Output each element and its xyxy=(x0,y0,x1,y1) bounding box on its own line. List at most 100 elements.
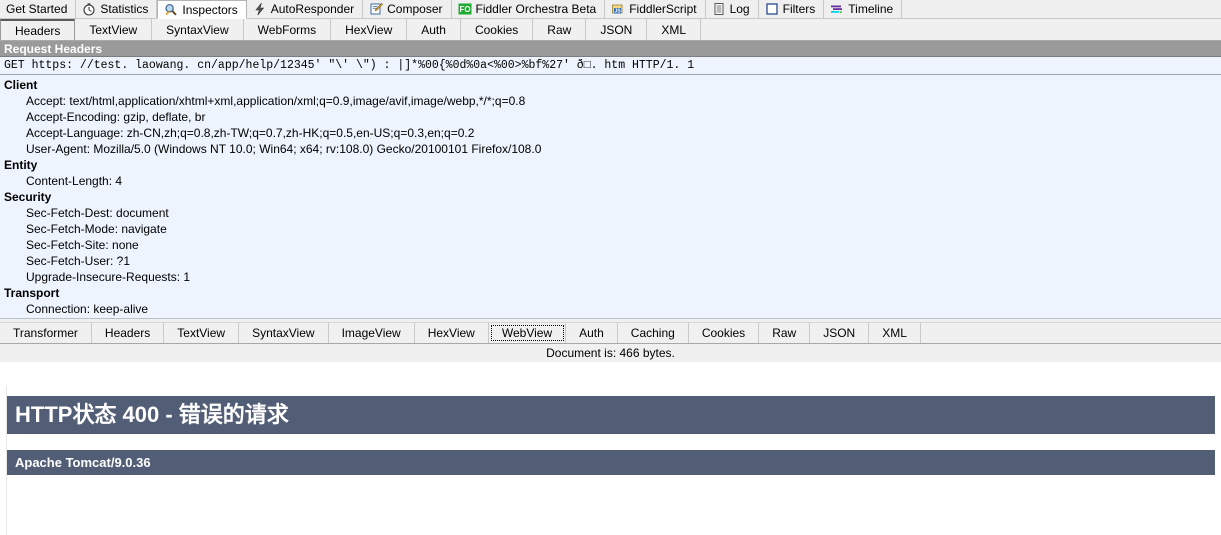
toolbar-tab-statistics[interactable]: Statistics xyxy=(76,0,158,18)
timeline-icon xyxy=(830,2,844,16)
request-tab-webforms[interactable]: WebForms xyxy=(243,19,332,40)
toolbar-tab-label: Inspectors xyxy=(182,2,238,17)
svg-text:JS: JS xyxy=(615,9,622,15)
tab-label: Cookies xyxy=(474,22,519,37)
response-tab-hexview[interactable]: HexView xyxy=(414,323,489,343)
header-row: Accept-Language: zh-CN,zh;q=0.8,zh-TW;q=… xyxy=(26,126,475,140)
main-toolbar: Get Started Statistics Inspectors AutoRe… xyxy=(0,0,1221,19)
toolbar-tab-inspectors[interactable]: Inspectors xyxy=(157,0,247,19)
tab-label: HexView xyxy=(427,326,475,340)
request-tab-raw[interactable]: Raw xyxy=(533,19,587,40)
request-tab-xml[interactable]: XML xyxy=(647,19,702,40)
toolbar-tab-fiddler-orchestra[interactable]: FO Fiddler Orchestra Beta xyxy=(451,0,606,18)
response-tab-textview[interactable]: TextView xyxy=(164,323,240,343)
tab-label: Caching xyxy=(630,326,675,340)
response-inspector-tabs: Transformer Headers TextView SyntaxView … xyxy=(0,323,1221,344)
response-tab-caching[interactable]: Caching xyxy=(617,323,689,343)
request-tab-textview[interactable]: TextView xyxy=(75,19,153,40)
header-row: Accept-Encoding: gzip, deflate, br xyxy=(26,110,206,124)
toolbar-tab-label: Log xyxy=(729,2,750,16)
tab-label: WebView xyxy=(501,326,553,340)
header-row: Upgrade-Insecure-Requests: 1 xyxy=(26,270,191,284)
response-tab-raw[interactable]: Raw xyxy=(759,323,811,343)
request-tab-auth[interactable]: Auth xyxy=(407,19,461,40)
toolbar-tab-label: FiddlerScript xyxy=(629,2,697,16)
response-tab-imageview[interactable]: ImageView xyxy=(328,323,415,343)
response-tab-transformer[interactable]: Transformer xyxy=(0,323,92,343)
toolbar-tab-autoresponder[interactable]: AutoResponder xyxy=(246,0,364,18)
header-row: Sec-Fetch-Dest: document xyxy=(26,206,169,220)
response-tab-json[interactable]: JSON xyxy=(810,323,870,343)
header-row: Content-Length: 4 xyxy=(26,174,123,188)
header-group-entity: Entity xyxy=(4,158,38,172)
toolbar-tab-label: Composer xyxy=(387,2,443,16)
tab-label: SyntaxView xyxy=(166,22,229,37)
header-row: Accept: text/html,application/xhtml+xml,… xyxy=(26,94,526,108)
header-row: Sec-Fetch-Mode: navigate xyxy=(26,222,167,236)
response-tab-xml[interactable]: XML xyxy=(869,323,921,343)
toolbar-tab-fiddlerscript[interactable]: JS FiddlerScript xyxy=(605,0,706,18)
tab-label: Headers xyxy=(104,326,151,340)
header-group-security: Security xyxy=(4,190,52,204)
request-tab-headers[interactable]: Headers xyxy=(0,19,76,40)
response-webview[interactable]: HTTP状态 400 - 错误的请求 Apache Tomcat/9.0.36 xyxy=(6,385,1215,535)
header-group-client: Client xyxy=(4,78,38,92)
response-tab-cookies[interactable]: Cookies xyxy=(688,323,760,343)
lightning-icon xyxy=(253,2,267,16)
tab-label: SyntaxView xyxy=(252,326,315,340)
header-row: Sec-Fetch-User: ?1 xyxy=(26,254,131,268)
tab-label: Auth xyxy=(421,22,446,37)
tab-label: Raw xyxy=(772,326,797,340)
header-row: Sec-Fetch-Site: none xyxy=(26,238,139,252)
request-headers-tree[interactable]: Client Accept: text/html,application/xht… xyxy=(0,75,1221,318)
tab-label: XML xyxy=(882,326,907,340)
tab-label: JSON xyxy=(823,326,856,340)
header-row: User-Agent: Mozilla/5.0 (Windows NT 10.0… xyxy=(26,142,542,156)
request-headers-title: Request Headers xyxy=(0,41,1221,57)
magnifier-icon xyxy=(164,3,178,17)
toolbar-filler xyxy=(902,0,1221,18)
response-tab-syntaxview[interactable]: SyntaxView xyxy=(239,323,329,343)
compose-pencil-icon xyxy=(369,2,384,16)
header-group-transport: Transport xyxy=(4,286,60,300)
toolbar-tab-label: Timeline xyxy=(848,2,894,16)
response-tab-webview[interactable]: WebView xyxy=(488,323,567,343)
fo-badge-icon: FO xyxy=(458,2,472,16)
tab-label: JSON xyxy=(600,22,633,37)
toolbar-tab-label: Filters xyxy=(782,2,816,16)
toolbar-tab-log[interactable]: Log xyxy=(705,0,759,18)
toolbar-tab-get-started[interactable]: Get Started xyxy=(0,0,77,18)
request-tab-json[interactable]: JSON xyxy=(586,19,648,40)
toolbar-tab-filters[interactable]: Filters xyxy=(758,0,825,18)
request-inspector-tabs: Headers TextView SyntaxView WebForms Hex… xyxy=(0,19,1221,41)
request-tab-syntaxview[interactable]: SyntaxView xyxy=(152,19,244,40)
tab-label: Headers xyxy=(15,23,61,38)
toolbar-tab-label: Statistics xyxy=(100,2,149,16)
header-row: Connection: keep-alive xyxy=(26,302,149,316)
tab-label: Cookies xyxy=(701,326,746,340)
filters-checkbox-icon xyxy=(765,2,779,16)
tab-label: WebForms xyxy=(257,22,317,37)
log-icon xyxy=(712,2,726,16)
http-status-heading: HTTP状态 400 - 错误的请求 xyxy=(7,396,1215,434)
toolbar-tab-composer[interactable]: Composer xyxy=(363,0,452,18)
svg-text:FO: FO xyxy=(459,5,470,14)
request-line: GET https: //test. laowang. cn/app/help/… xyxy=(0,57,1221,75)
server-banner: Apache Tomcat/9.0.36 xyxy=(7,449,1215,476)
tab-label: Transformer xyxy=(13,326,78,340)
response-tab-headers[interactable]: Headers xyxy=(91,323,165,343)
tab-label: HexView xyxy=(345,22,393,37)
toolbar-tab-label: Get Started xyxy=(6,2,68,16)
request-tab-cookies[interactable]: Cookies xyxy=(460,19,534,40)
response-tab-auth[interactable]: Auth xyxy=(566,323,618,343)
request-tab-hexview[interactable]: HexView xyxy=(331,19,408,40)
tab-label: TextView xyxy=(177,326,226,340)
request-tabs-filler xyxy=(701,19,1221,40)
tab-label: ImageView xyxy=(341,326,401,340)
tab-label: Auth xyxy=(579,326,604,340)
toolbar-tab-timeline[interactable]: Timeline xyxy=(824,0,903,18)
response-tabs-filler xyxy=(920,323,1221,343)
document-size-status: Document is: 466 bytes. xyxy=(0,344,1221,362)
toolbar-tab-label: Fiddler Orchestra Beta xyxy=(475,2,597,16)
js-scroll-icon: JS xyxy=(611,2,625,16)
